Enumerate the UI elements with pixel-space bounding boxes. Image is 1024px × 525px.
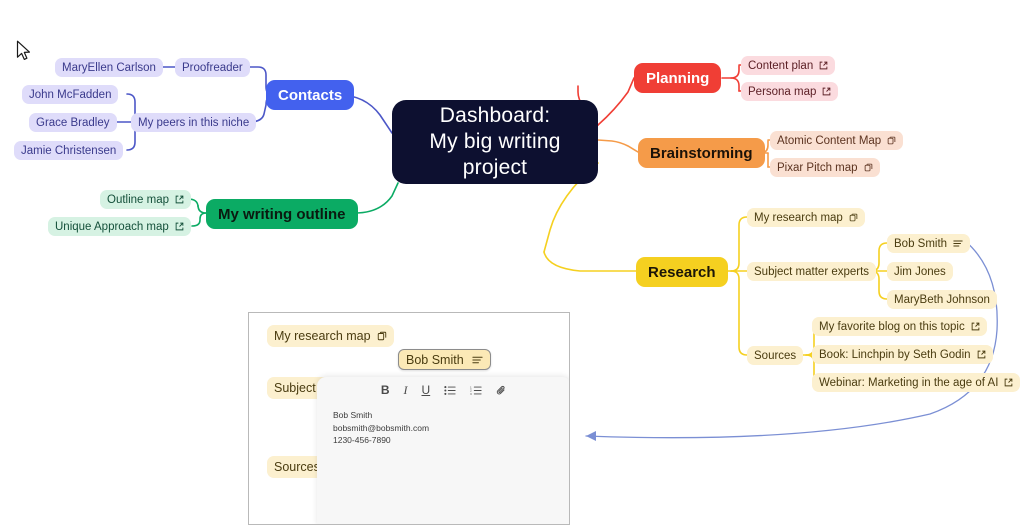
branch-planning-label: Planning bbox=[646, 69, 710, 87]
copy-icon[interactable] bbox=[887, 136, 896, 145]
external-link-icon[interactable] bbox=[175, 222, 184, 231]
chip-label: My research map bbox=[754, 211, 843, 224]
chip-jim-jones[interactable]: Jim Jones bbox=[887, 262, 953, 281]
svg-text:3: 3 bbox=[470, 392, 472, 396]
chip-label: Unique Approach map bbox=[55, 220, 169, 233]
copy-icon[interactable] bbox=[849, 213, 858, 222]
branch-brainstorming[interactable]: Brainstorming bbox=[638, 138, 765, 168]
chip-john-mcfadden[interactable]: John McFadden bbox=[22, 85, 119, 104]
chip-maryellen-carlson[interactable]: MaryEllen Carlson bbox=[55, 58, 163, 77]
chip-bob-smith[interactable]: Bob Smith bbox=[887, 234, 971, 253]
note-line: 1230-456-7890 bbox=[333, 435, 391, 445]
chip-label: Webinar: Marketing in the age of AI bbox=[819, 376, 999, 389]
chip-label: Bob Smith bbox=[894, 237, 948, 250]
bold-button[interactable]: B bbox=[381, 383, 390, 397]
italic-button[interactable]: I bbox=[404, 383, 408, 398]
chip-label: Pixar Pitch map bbox=[777, 161, 858, 174]
callout-arrowhead bbox=[586, 431, 596, 441]
mouse-cursor bbox=[16, 40, 32, 67]
note-editor[interactable]: B I U 123 Bob Smith bobsmith@bobsmith.co… bbox=[317, 377, 569, 524]
note-icon[interactable] bbox=[472, 355, 483, 365]
chip-proofreader[interactable]: Proofreader bbox=[175, 58, 250, 77]
external-link-icon[interactable] bbox=[1004, 378, 1013, 387]
branch-contacts-label: Contacts bbox=[278, 86, 343, 104]
chip-label: Jamie Christensen bbox=[21, 144, 117, 157]
external-link-icon[interactable] bbox=[971, 322, 980, 331]
chip-sources[interactable]: Sources bbox=[747, 346, 804, 365]
external-link-icon[interactable] bbox=[819, 61, 828, 70]
chip-label: Atomic Content Map bbox=[777, 134, 882, 147]
central-line-3: project bbox=[462, 156, 528, 179]
branch-brainstorming-label: Brainstorming bbox=[650, 144, 753, 162]
copy-icon[interactable] bbox=[864, 163, 873, 172]
chip-label: Persona map bbox=[748, 85, 817, 98]
note-icon[interactable] bbox=[953, 239, 963, 248]
chip-label: Bob Smith bbox=[406, 352, 464, 367]
central-node[interactable]: Dashboard: My big writing project bbox=[392, 100, 598, 184]
note-toolbar[interactable]: B I U 123 bbox=[317, 377, 569, 403]
chip-content-plan[interactable]: Content plan bbox=[741, 56, 836, 75]
external-link-icon[interactable] bbox=[175, 195, 184, 204]
chip-persona-map[interactable]: Persona map bbox=[741, 82, 839, 101]
central-line-1: Dashboard: bbox=[439, 104, 551, 127]
chip-label: Proofreader bbox=[182, 61, 243, 74]
chip-label: Outline map bbox=[107, 193, 170, 206]
chip-favorite-blog[interactable]: My favorite blog on this topic bbox=[812, 317, 987, 336]
chip-label: My peers in this niche bbox=[138, 116, 250, 129]
chip-label: Sources bbox=[754, 349, 797, 362]
chip-atomic-content-map[interactable]: Atomic Content Map bbox=[770, 131, 904, 150]
chip-label: Subject matter experts bbox=[754, 265, 870, 278]
chip-webinar-marketing-ai[interactable]: Webinar: Marketing in the age of AI bbox=[812, 373, 1021, 392]
chip-label: Book: Linchpin by Seth Godin bbox=[819, 348, 971, 361]
branch-research[interactable]: Research bbox=[636, 257, 728, 287]
chip-label: John McFadden bbox=[29, 88, 112, 101]
chip-jamie-christensen[interactable]: Jamie Christensen bbox=[14, 141, 124, 160]
paperclip-icon[interactable] bbox=[496, 385, 507, 396]
note-line: Bob Smith bbox=[333, 410, 373, 420]
note-line: bobsmith@bobsmith.com bbox=[333, 422, 430, 433]
note-body[interactable]: Bob Smith bobsmith@bobsmith.com 1230-456… bbox=[317, 403, 569, 447]
chip-my-peers-in-this-niche[interactable]: My peers in this niche bbox=[131, 113, 257, 132]
chip-marybeth-johnson[interactable]: MaryBeth Johnson bbox=[887, 290, 997, 309]
chip-label: My research map bbox=[274, 329, 371, 343]
chip-pixar-pitch-map[interactable]: Pixar Pitch map bbox=[770, 158, 880, 177]
chip-label: MaryBeth Johnson bbox=[894, 293, 990, 306]
mindmap-canvas[interactable]: Dashboard: My big writing project Contac… bbox=[0, 0, 1024, 525]
panel-chip-bob-smith-selected[interactable]: Bob Smith bbox=[398, 349, 491, 370]
branch-writing-outline[interactable]: My writing outline bbox=[206, 199, 358, 229]
list-bulleted-icon[interactable] bbox=[444, 385, 456, 396]
external-link-icon[interactable] bbox=[977, 350, 986, 359]
chip-grace-bradley[interactable]: Grace Bradley bbox=[29, 113, 117, 132]
chip-outline-map[interactable]: Outline map bbox=[100, 190, 192, 209]
central-line-2: My big writing bbox=[429, 130, 561, 153]
branch-contacts[interactable]: Contacts bbox=[266, 80, 355, 110]
detail-panel[interactable]: My research map Subject m Sources Bob Sm… bbox=[248, 312, 570, 525]
branch-writing-outline-label: My writing outline bbox=[218, 205, 346, 223]
chip-subject-matter-experts[interactable]: Subject matter experts bbox=[747, 262, 877, 281]
copy-icon[interactable] bbox=[377, 331, 387, 341]
chip-label: Grace Bradley bbox=[36, 116, 110, 129]
chip-book-linchpin[interactable]: Book: Linchpin by Seth Godin bbox=[812, 345, 993, 364]
branch-planning[interactable]: Planning bbox=[634, 63, 722, 93]
branch-research-label: Research bbox=[648, 263, 716, 281]
chip-label: MaryEllen Carlson bbox=[62, 61, 156, 74]
underline-button[interactable]: U bbox=[422, 383, 431, 397]
chip-label: My favorite blog on this topic bbox=[819, 320, 965, 333]
external-link-icon[interactable] bbox=[822, 87, 831, 96]
panel-chip-my-research-map[interactable]: My research map bbox=[267, 325, 394, 347]
list-numbered-icon[interactable]: 123 bbox=[470, 385, 482, 396]
chip-my-research-map[interactable]: My research map bbox=[747, 208, 865, 227]
chip-label: Content plan bbox=[748, 59, 814, 72]
chip-label: Sources bbox=[274, 460, 320, 474]
chip-label: Jim Jones bbox=[894, 265, 946, 278]
chip-unique-approach-map[interactable]: Unique Approach map bbox=[48, 217, 191, 236]
